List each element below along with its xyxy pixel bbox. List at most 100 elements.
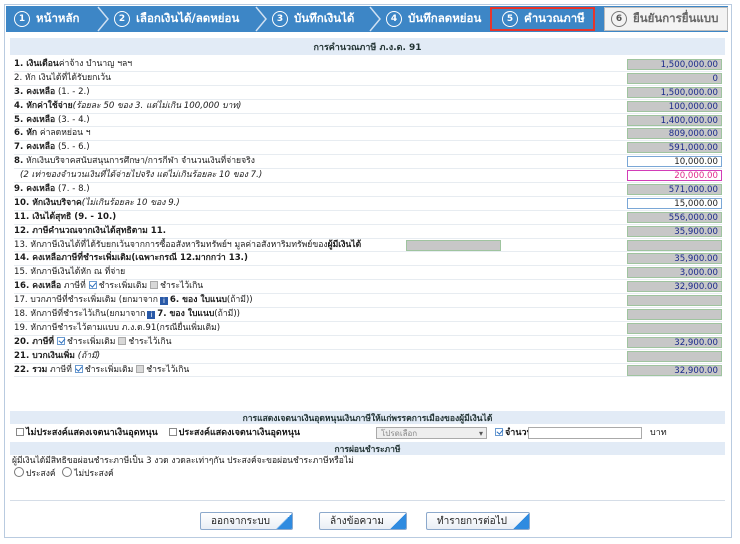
value-field: 32,900.00 — [627, 364, 722, 376]
unit-label: บาท — [650, 428, 667, 438]
next-button[interactable]: ทำรายการต่อไป — [426, 512, 530, 530]
step-number: 1 — [14, 11, 30, 27]
checkbox-additional-payment[interactable] — [74, 364, 83, 373]
row-19: 19. หักภาษีชำระไว้ตามแบบ ภ.ง.ด.91(กรณียื… — [14, 322, 722, 336]
step-confirm-filing[interactable]: 6 ยืนยันการยื่นแบบ — [604, 7, 728, 31]
row-21: 21. บวกเงินเพิ่ม (ถ้ามี) — [14, 350, 722, 364]
value-field: 591,000.00 — [627, 142, 722, 154]
tax-calculation-table: 1. เงินเดือนค่าจ้าง บำนาญ ฯลฯ 1,500,000.0… — [14, 58, 722, 378]
row-12: 12. ภาษีคำนวณจากเงินได้สุทธิตาม 11. 35,90… — [14, 225, 722, 239]
checkbox-overpaid[interactable] — [118, 336, 127, 345]
row-16: 16. คงเหลือ ภาษีที่ ชำระเพิ่มเติม ชำระไว้เ… — [14, 280, 722, 295]
checkbox-donation[interactable] — [168, 428, 177, 436]
value-field: 35,900.00 — [627, 253, 722, 265]
row-9: 9. คงเหลือ (7. - 8.) 571,000.00 — [14, 183, 722, 197]
row-14: 14. คงเหลือภาษีที่ชำระเพิ่มเติม(เฉพาะกรณ… — [14, 252, 722, 267]
row-22: 22. รวม ภาษีที่ ชำระเพิ่มเติม ชำระไว้เกิน 3… — [14, 364, 722, 378]
value-field: 32,900.00 — [627, 281, 722, 293]
row-2: 2. หัก เงินได้ที่ได้รับยกเว้น 0 — [14, 72, 722, 86]
row-18: 18. หักภาษีที่ชำระไว้เกิน(ยกมาจาก i 7. ของ… — [14, 308, 722, 322]
checkbox-overpaid[interactable] — [136, 364, 145, 373]
value-field: 0 — [627, 72, 722, 84]
checkbox-additional-payment[interactable] — [88, 281, 97, 290]
step-select-income[interactable]: 2 เลือกเงินได้/ลดหย่อน — [114, 6, 239, 32]
clear-button[interactable]: ล้างข้อความ — [319, 512, 407, 530]
no-donation-label: ไม่ประสงค์แสดงเจตนาเงินอุดหนุน — [26, 428, 158, 438]
value-field: 1,400,000.00 — [627, 114, 722, 126]
value-field: 1,500,000.00 — [627, 59, 722, 70]
button-bar: ออกจากระบบ ล้างข้อความ ทำรายการต่อไป — [10, 500, 725, 531]
row-3: 3. คงเหลือ (1. - 2.) 1,500,000.00 — [14, 86, 722, 100]
step-number: 2 — [114, 11, 130, 27]
donation-label: ประสงค์แสดงเจตนาเงินอุดหนุน — [178, 428, 301, 438]
property-value-input[interactable] — [406, 239, 501, 251]
checkbox-no-donation[interactable] — [16, 428, 24, 436]
value-field: 35,900.00 — [627, 225, 722, 237]
row-10: 10. หักเงินบริจาค(ไม่เกินร้อยละ 10 ของ 9… — [14, 197, 722, 211]
step-label: เลือกเงินได้/ลดหย่อน — [136, 11, 240, 25]
step-label: หน้าหลัก — [36, 11, 80, 25]
step-record-deduction[interactable]: 4 บันทึกลดหย่อน — [386, 6, 481, 32]
installment-options: ประสงค์ ไม่ประสงค์ — [10, 467, 725, 480]
value-field: 809,000.00 — [627, 128, 722, 140]
chevron-right-icon — [369, 6, 381, 32]
attachment-icon[interactable]: i — [147, 311, 156, 320]
value-field — [627, 239, 722, 251]
row-1: 1. เงินเดือนค่าจ้าง บำนาญ ฯลฯ 1,500,000.0… — [14, 58, 722, 72]
amount-input[interactable] — [528, 427, 642, 439]
row-7: 7. คงเหลือ (5. - 6.) 591,000.00 — [14, 141, 722, 156]
panel-title: การคำนวณภาษี ภ.ง.ด. 91 — [10, 38, 725, 55]
checkbox-amount[interactable] — [495, 428, 503, 436]
amount-label-group: จำนวน — [492, 424, 533, 442]
donation-section-title: การแสดงเจตนาเงินอุดหนุนเงินภาษีให้แก่พรร… — [10, 411, 725, 424]
step-number: 4 — [386, 11, 402, 27]
radio-installment-yes[interactable] — [14, 467, 24, 477]
value-field: 571,000.00 — [627, 184, 722, 196]
row-11: 11. เงินได้สุทธิ (9. - 10.) 556,000.00 — [14, 211, 722, 225]
wizard-steps: 1 หน้าหลัก 2 เลือกเงินได้/ลดหย่อน 3 บันท… — [6, 6, 728, 32]
step-label: บันทึกเงินได้ — [294, 11, 355, 25]
row-13: 13. หักภาษีเงินได้ที่ได้รับยกเว้นจากการซ… — [14, 239, 722, 253]
row-15: 15. หักภาษีเงินได้หัก ณ ที่จ่าย 3,000.00 — [14, 266, 722, 281]
row-17: 17. บวกภาษีที่ชำระเพิ่มเติม (ยกมาจาก i 6. … — [14, 294, 722, 309]
value-field — [627, 295, 722, 307]
value-field — [627, 309, 722, 321]
attachment-icon[interactable]: i — [159, 297, 168, 306]
step-number: 5 — [502, 11, 518, 27]
donation-options: ไม่ประสงค์แสดงเจตนาเงินอุดหนุน ประสงค์แส… — [10, 424, 725, 442]
row-6: 6. หัก ค่าลดหย่อน ฯ 809,000.00 — [14, 127, 722, 142]
value-field: 1,500,000.00 — [627, 86, 722, 98]
exit-button[interactable]: ออกจากระบบ — [200, 512, 294, 530]
checkbox-overpaid[interactable] — [150, 281, 159, 290]
step-home[interactable]: 1 หน้าหลัก — [14, 6, 80, 32]
step-label: บันทึกลดหย่อน — [408, 11, 482, 25]
chevron-down-icon: ▾ — [478, 429, 483, 438]
row-8: 8. หักเงินบริจาคสนับสนุนการศึกษา/การกีฬา… — [14, 155, 722, 170]
radio-installment-no[interactable] — [62, 467, 73, 477]
step-record-income[interactable]: 3 บันทึกเงินได้ — [272, 6, 354, 32]
step-number: 3 — [272, 11, 288, 27]
party-select[interactable]: โปรดเลือก ▾ — [376, 427, 487, 439]
value-field: 556,000.00 — [627, 211, 722, 223]
row-4: 4. หักค่าใช้จ่าย(ร้อยละ 50 ของ 3. แต่ไม่… — [14, 100, 722, 114]
chevron-right-icon — [97, 6, 109, 32]
checkbox-additional-payment[interactable] — [57, 336, 66, 345]
installment-description: ผู้มีเงินได้มีสิทธิขอผ่อนชำระภาษีเป็น 3 … — [12, 456, 354, 466]
row-8-note: (2 เท่าของจำนวนเงินที่ได้จ่ายไปจริง แต่ไ… — [14, 169, 722, 184]
value-field — [627, 322, 722, 334]
value-field: 100,000.00 — [627, 100, 722, 112]
step-number: 6 — [611, 11, 627, 27]
step-calculate-tax[interactable]: 5 คำนวณภาษี — [490, 7, 595, 31]
installment-section-title: การผ่อนชำระภาษี — [10, 442, 725, 455]
options-section: การแสดงเจตนาเงินอุดหนุนเงินภาษีให้แก่พรร… — [10, 411, 725, 480]
value-field — [627, 350, 722, 362]
value-field: 20,000.00 — [627, 170, 722, 182]
value-field: 3,000.00 — [627, 267, 722, 279]
value-field: 32,900.00 — [627, 336, 722, 348]
donation-education-input[interactable]: 10,000.00 — [627, 156, 722, 168]
donation-input[interactable]: 15,000.00 — [627, 197, 722, 209]
row-20: 20. ภาษีที่ ชำระเพิ่มเติม ชำระไว้เกิน 32,90… — [14, 336, 722, 350]
installment-no-label: ไม่ประสงค์ — [74, 469, 114, 479]
step-label: ยืนยันการยื่นแบบ — [633, 11, 719, 25]
chevron-right-icon — [255, 6, 267, 32]
